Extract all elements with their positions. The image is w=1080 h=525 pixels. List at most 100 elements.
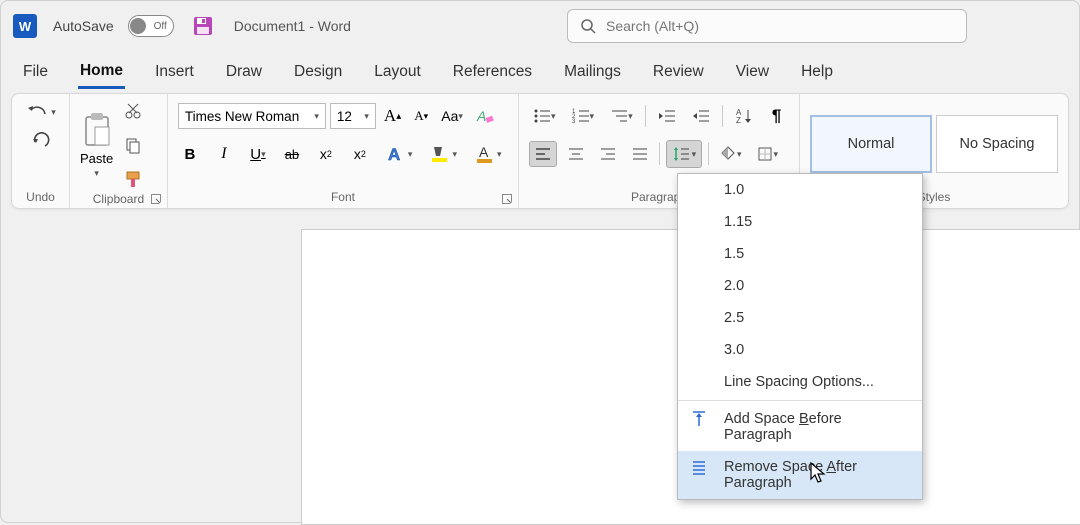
tab-layout[interactable]: Layout	[372, 57, 423, 87]
highlight-button[interactable]: ▾	[426, 140, 461, 168]
search-icon	[580, 18, 596, 34]
tab-design[interactable]: Design	[292, 57, 344, 87]
font-color-button[interactable]: A▾	[471, 140, 506, 168]
style-label: Normal	[848, 136, 895, 152]
autosave-label: AutoSave	[53, 18, 114, 34]
title-bar: W AutoSave Off Document1 - Word Search (…	[1, 1, 1079, 51]
paste-button[interactable]: Paste ▾	[80, 111, 113, 179]
bold-button[interactable]: B	[178, 142, 202, 167]
toggle-knob	[130, 18, 146, 34]
strikethrough-button[interactable]: ab	[280, 142, 304, 166]
undo-button[interactable]: ▾	[21, 98, 60, 126]
tab-view[interactable]: View	[734, 57, 771, 87]
menu-label: Add Space Before Paragraph	[724, 411, 842, 443]
tab-mailings[interactable]: Mailings	[562, 57, 623, 87]
tab-references[interactable]: References	[451, 57, 534, 87]
font-size-select[interactable]: 12▾	[330, 103, 376, 129]
tab-review[interactable]: Review	[651, 57, 706, 87]
svg-text:A: A	[476, 108, 486, 124]
line-spacing-options[interactable]: Line Spacing Options...	[678, 366, 922, 398]
align-right-button[interactable]	[595, 142, 621, 166]
chevron-down-icon: ▾	[94, 168, 99, 179]
align-left-button[interactable]	[529, 141, 557, 167]
separator	[659, 143, 660, 165]
show-marks-button[interactable]: ¶	[765, 102, 789, 130]
separator	[722, 105, 723, 127]
add-before-icon	[690, 410, 708, 428]
cut-button[interactable]	[120, 98, 146, 124]
spacing-1-5[interactable]: 1.5	[678, 238, 922, 270]
paste-icon	[81, 111, 113, 149]
mouse-cursor-icon	[809, 461, 829, 485]
svg-text:A: A	[388, 145, 400, 164]
group-clipboard: Paste ▾ Clipboard	[70, 94, 168, 208]
menu-label: Remove Space After Paragraph	[724, 459, 857, 491]
decrease-indent-button[interactable]	[654, 104, 680, 128]
increase-indent-button[interactable]	[688, 104, 714, 128]
style-label: No Spacing	[960, 136, 1035, 152]
shrink-font-button[interactable]: A▾	[409, 104, 433, 128]
add-space-before[interactable]: Add Space Before Paragraph	[678, 403, 922, 451]
word-app-icon: W	[13, 14, 37, 38]
font-name-value: Times New Roman	[185, 109, 299, 124]
svg-text:3: 3	[572, 119, 576, 124]
tab-home[interactable]: Home	[78, 56, 125, 89]
justify-button[interactable]	[627, 142, 653, 166]
format-painter-button[interactable]	[119, 166, 147, 192]
toggle-state: Off	[154, 21, 167, 32]
autosave-toggle[interactable]: Off	[128, 15, 174, 37]
svg-text:Z: Z	[736, 116, 741, 125]
separator	[645, 105, 646, 127]
svg-text:A: A	[479, 144, 489, 160]
tab-draw[interactable]: Draw	[224, 57, 264, 87]
redo-button[interactable]	[27, 128, 55, 154]
group-label: Clipboard	[93, 192, 144, 206]
multilevel-button[interactable]: ▾	[606, 104, 637, 128]
text-effects-button[interactable]: A▾	[382, 140, 417, 168]
italic-button[interactable]: I	[212, 141, 236, 167]
group-label: Undo	[22, 190, 59, 206]
underline-button[interactable]: U ▾	[246, 142, 270, 167]
superscript-button[interactable]: x2	[348, 142, 372, 166]
dialog-launcher-icon[interactable]	[151, 194, 161, 204]
spacing-2-5[interactable]: 2.5	[678, 302, 922, 334]
remove-space-after[interactable]: Remove Space After Paragraph	[678, 451, 922, 499]
numbering-button[interactable]: 123▾	[568, 104, 599, 128]
ribbon-tabs: File Home Insert Draw Design Layout Refe…	[1, 51, 1079, 93]
subscript-button[interactable]: x2	[314, 142, 338, 166]
copy-button[interactable]	[120, 132, 146, 158]
style-no-spacing[interactable]: No Spacing	[936, 115, 1058, 173]
spacing-1-0[interactable]: 1.0	[678, 174, 922, 206]
group-label: Font	[331, 190, 355, 204]
change-case-button[interactable]: Aa ▾	[437, 104, 467, 128]
separator	[708, 143, 709, 165]
spacing-1-15[interactable]: 1.15	[678, 206, 922, 238]
spacing-2-0[interactable]: 2.0	[678, 270, 922, 302]
tab-file[interactable]: File	[21, 57, 50, 87]
remove-after-icon	[690, 458, 708, 476]
tab-help[interactable]: Help	[799, 57, 835, 87]
group-font: Times New Roman▾ 12▾ A▴ A▾ Aa ▾ A B I U …	[168, 94, 519, 208]
menu-separator	[678, 400, 922, 401]
align-center-button[interactable]	[563, 142, 589, 166]
style-normal[interactable]: Normal	[810, 115, 932, 173]
paste-label: Paste	[80, 151, 113, 166]
grow-font-button[interactable]: A▴	[380, 102, 405, 130]
line-spacing-button[interactable]: ▾	[666, 140, 702, 168]
font-name-select[interactable]: Times New Roman▾	[178, 103, 326, 129]
borders-button[interactable]: ▾	[752, 141, 783, 167]
sort-button[interactable]: AZ	[731, 103, 757, 129]
line-spacing-menu: 1.0 1.15 1.5 2.0 2.5 3.0 Line Spacing Op…	[677, 173, 923, 500]
font-size-value: 12	[337, 109, 352, 124]
spacing-3-0[interactable]: 3.0	[678, 334, 922, 366]
group-undo: ▾ Undo	[12, 94, 70, 208]
bullets-button[interactable]: ▾	[529, 104, 560, 128]
save-icon[interactable]	[192, 15, 214, 37]
search-placeholder: Search (Alt+Q)	[606, 18, 699, 34]
tab-insert[interactable]: Insert	[153, 57, 196, 87]
clear-format-button[interactable]: A	[471, 102, 499, 130]
document-title: Document1 - Word	[234, 18, 351, 34]
dialog-launcher-icon[interactable]	[502, 194, 512, 204]
search-input[interactable]: Search (Alt+Q)	[567, 9, 967, 43]
shading-button[interactable]: ▾	[715, 141, 746, 167]
